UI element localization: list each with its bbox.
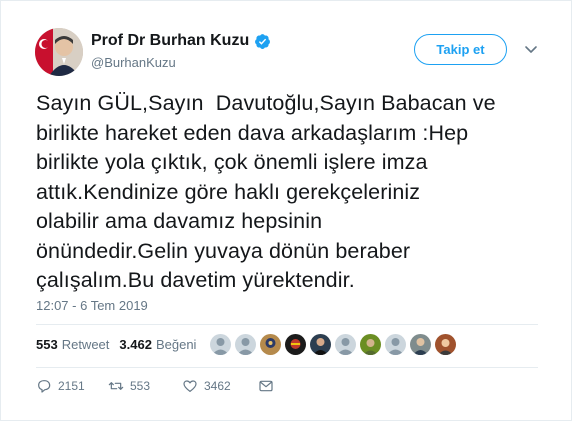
liker-avatar[interactable] [335,334,356,355]
author-name[interactable]: Prof Dr Burhan Kuzu [91,32,249,50]
like-count: 3.462 [119,337,152,352]
divider [36,367,538,368]
liker-avatar[interactable] [210,334,231,355]
like-stat[interactable]: 3.462 Beğeni [119,337,196,352]
tweet-actions: 2151 553 3462 [36,378,274,394]
tweet-text: Sayın GÜL,Sayın Davutoğlu,Sayın Babacan … [36,91,496,292]
reply-count: 2151 [58,379,85,393]
liker-avatar[interactable] [385,334,406,355]
envelope-icon [259,380,273,392]
verified-badge-icon [255,33,271,49]
tweet-card: Prof Dr Burhan Kuzu @BurhanKuzu Takip et… [0,0,572,421]
liker-avatar[interactable] [235,334,256,355]
reply-icon [38,380,51,393]
engagement-stats: 553 Retweet 3.462 Beğeni [36,337,206,352]
liker-avatar[interactable] [360,334,381,355]
divider [36,324,538,325]
retweet-count: 553 [36,337,58,352]
retweet-label: Retweet [61,337,110,352]
liker-avatar[interactable] [260,334,281,355]
author-avatar[interactable] [35,28,83,76]
liker-avatars [210,334,456,355]
chevron-down-icon[interactable] [523,41,539,57]
like-label: Beğeni [155,337,197,352]
retweet-stat[interactable]: 553 Retweet [36,337,109,352]
like-action-count: 3462 [204,379,231,393]
author-handle[interactable]: @BurhanKuzu [91,55,176,70]
direct-message-button[interactable] [258,378,274,394]
tweet-timestamp[interactable]: 12:07 - 6 Tem 2019 [36,298,148,313]
reply-button[interactable]: 2151 [36,378,108,394]
liker-avatar[interactable] [285,334,306,355]
follow-button[interactable]: Takip et [414,34,507,65]
retweet-button[interactable]: 553 [108,378,182,394]
retweet-action-count: 553 [130,379,151,393]
liker-avatar[interactable] [410,334,431,355]
liker-avatar[interactable] [310,334,331,355]
like-button[interactable]: 3462 [182,378,258,394]
liker-avatar[interactable] [435,334,456,355]
heart-icon [183,380,197,392]
retweet-icon [108,382,124,390]
